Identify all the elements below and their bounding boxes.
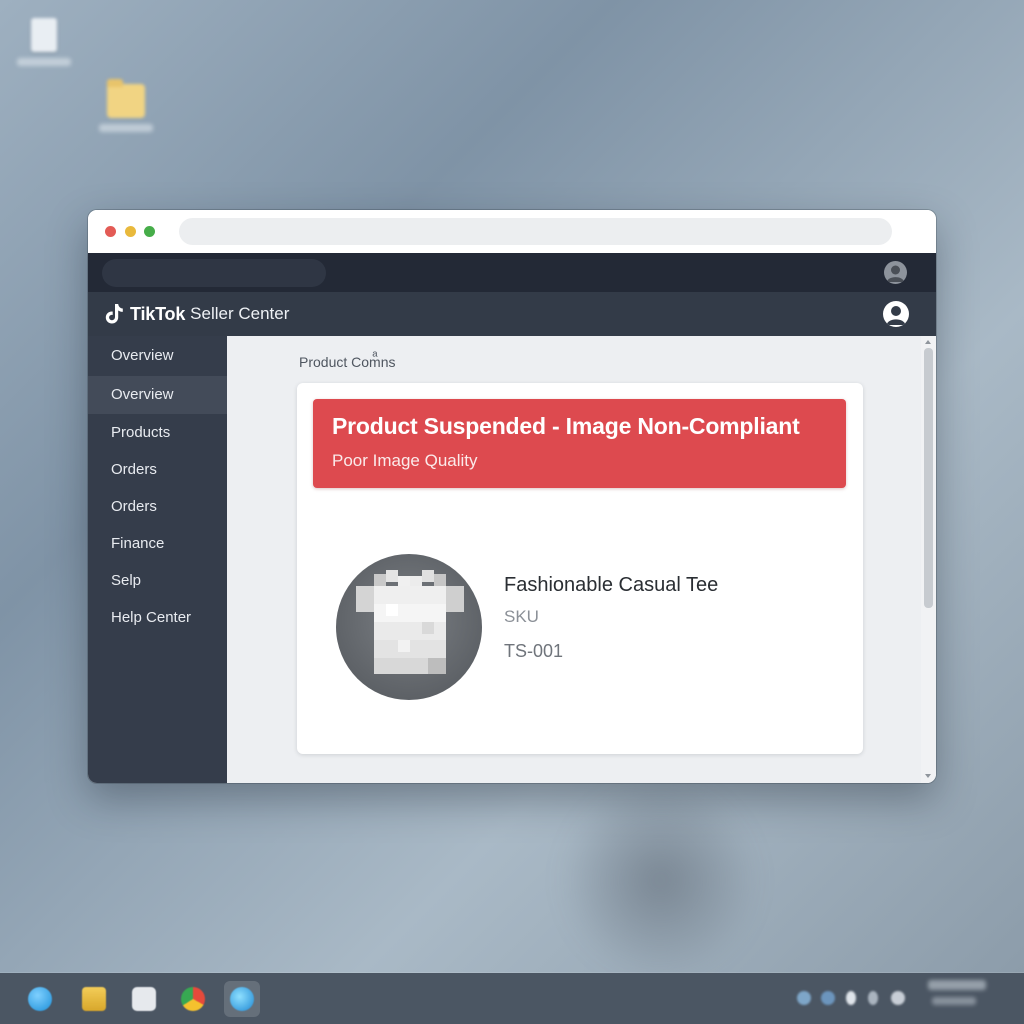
taskbar-browser-globe[interactable] bbox=[22, 981, 58, 1017]
browser-toolbar bbox=[88, 253, 936, 292]
folder-icon bbox=[107, 79, 145, 118]
user-avatar-icon[interactable] bbox=[884, 261, 907, 284]
taskbar-store[interactable] bbox=[126, 981, 162, 1017]
alert-title: Product Suspended - Image Non-Compliant bbox=[332, 413, 800, 439]
browser-globe-icon bbox=[28, 987, 52, 1011]
main-content: Product Comͣns Product Suspended - Image… bbox=[227, 336, 921, 783]
close-window-button[interactable] bbox=[105, 226, 116, 237]
browser-window: TikTok Seller Center Overview Overview P… bbox=[88, 210, 936, 783]
breadcrumb: Product Comͣns bbox=[299, 354, 396, 370]
address-bar[interactable] bbox=[179, 218, 892, 245]
network-icon[interactable] bbox=[797, 991, 811, 1005]
tshirt-icon bbox=[356, 570, 464, 674]
taskbar-date bbox=[932, 997, 976, 1005]
chrome-icon bbox=[181, 987, 205, 1011]
brand-name: TikTok bbox=[130, 303, 186, 324]
alert-subtitle: Poor Image Quality bbox=[332, 451, 478, 470]
app-header: TikTok Seller Center bbox=[88, 292, 936, 336]
product-card: Product Suspended - Image Non-Compliant … bbox=[297, 383, 863, 754]
sku-value: TS-001 bbox=[504, 641, 564, 661]
sidebar-item-help-center[interactable]: Help Center bbox=[88, 599, 227, 637]
sku-label: SKU bbox=[504, 607, 539, 626]
recycle-bin-icon bbox=[31, 18, 57, 52]
taskbar-edge[interactable] bbox=[224, 981, 260, 1017]
taskbar bbox=[0, 973, 1024, 1024]
toolbar-search-field[interactable] bbox=[102, 259, 326, 287]
brand-logo[interactable]: TikTok Seller Center bbox=[104, 303, 289, 325]
tiktok-logo-icon bbox=[105, 304, 123, 324]
taskbar-chrome[interactable] bbox=[175, 981, 211, 1017]
account-avatar-icon[interactable] bbox=[883, 301, 909, 327]
browser-titlebar bbox=[88, 210, 936, 253]
store-icon bbox=[132, 987, 156, 1011]
desktop-icon-folder[interactable] bbox=[96, 79, 156, 132]
vertical-scrollbar[interactable] bbox=[921, 336, 936, 783]
desktop-icon-caption bbox=[17, 58, 71, 66]
shield-icon[interactable] bbox=[846, 991, 856, 1005]
notification-icon[interactable] bbox=[891, 991, 905, 1005]
sidebar-item-products[interactable]: Products bbox=[88, 414, 227, 452]
brand-subtitle: Seller Center bbox=[190, 304, 290, 323]
sidebar-item-overview-active[interactable]: Overview bbox=[88, 376, 227, 414]
desktop-icon-caption bbox=[99, 124, 153, 132]
sidebar-item-selp[interactable]: Selp bbox=[88, 562, 227, 600]
scrollbar-thumb[interactable] bbox=[924, 348, 933, 608]
edge-icon bbox=[230, 987, 254, 1011]
app-body: Overview Overview Products Orders Orders… bbox=[88, 336, 936, 783]
product-thumbnail[interactable] bbox=[336, 554, 482, 700]
maximize-window-button[interactable] bbox=[144, 226, 155, 237]
sidebar: Overview Overview Products Orders Orders… bbox=[88, 336, 227, 783]
taskbar-clock[interactable] bbox=[928, 980, 986, 990]
wifi-icon[interactable] bbox=[868, 991, 878, 1005]
sidebar-item-overview[interactable]: Overview bbox=[88, 337, 227, 375]
product-name: Fashionable Casual Tee bbox=[504, 574, 719, 596]
desktop-icon-recycle-bin[interactable] bbox=[14, 18, 74, 66]
taskbar-file-explorer[interactable] bbox=[76, 981, 112, 1017]
sidebar-item-orders[interactable]: Orders bbox=[88, 451, 227, 489]
file-explorer-icon bbox=[82, 987, 106, 1011]
volume-icon[interactable] bbox=[821, 991, 835, 1005]
sidebar-item-finance[interactable]: Finance bbox=[88, 525, 227, 563]
sidebar-item-orders-2[interactable]: Orders bbox=[88, 488, 227, 526]
minimize-window-button[interactable] bbox=[125, 226, 136, 237]
scroll-up-arrow-icon[interactable] bbox=[925, 340, 931, 344]
suspension-alert: Product Suspended - Image Non-Compliant … bbox=[313, 399, 846, 488]
desktop-background-shadow bbox=[560, 780, 760, 980]
scroll-down-arrow-icon[interactable] bbox=[925, 774, 931, 778]
